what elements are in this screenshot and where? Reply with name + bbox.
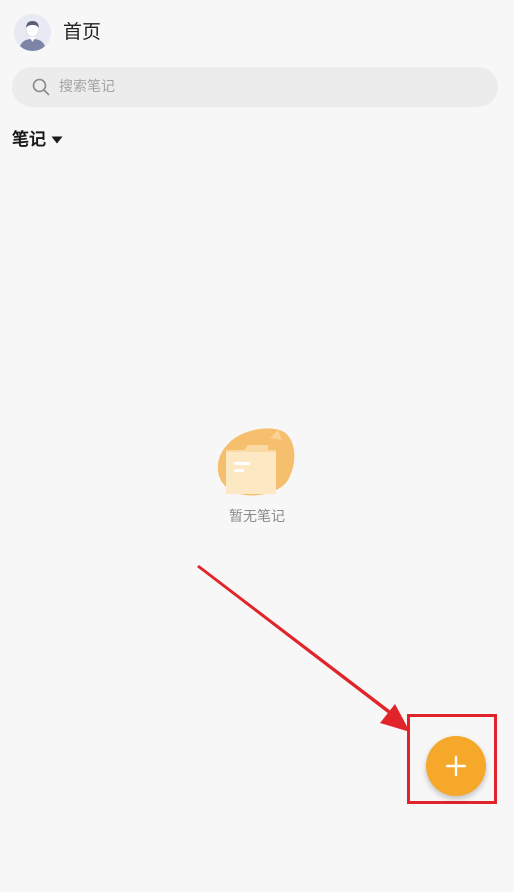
add-note-button[interactable]	[426, 736, 486, 796]
plus-icon	[445, 755, 467, 777]
caret-down-icon	[51, 136, 63, 144]
empty-state-text: 暂无笔记	[229, 509, 285, 525]
user-avatar-icon	[14, 14, 51, 51]
search-icon	[32, 78, 50, 96]
empty-folder-icon	[217, 428, 295, 496]
header-bar: 首页	[0, 0, 514, 64]
notes-category-dropdown[interactable]: 笔记	[12, 127, 63, 153]
search-input[interactable]	[59, 67, 479, 107]
category-label: 笔记	[12, 130, 46, 150]
search-bar[interactable]	[12, 67, 498, 107]
user-avatar[interactable]	[14, 14, 51, 51]
page-title: 首页	[63, 21, 102, 43]
